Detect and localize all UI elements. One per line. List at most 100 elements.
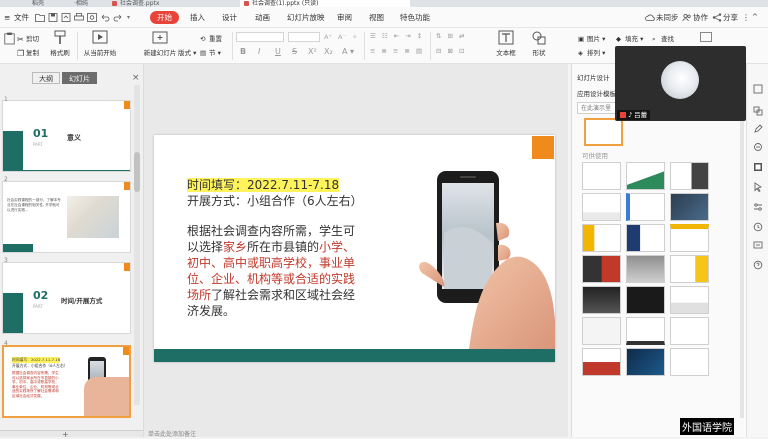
- collapse-ribbon-icon[interactable]: ^: [752, 7, 758, 28]
- slide-thumbnail-4[interactable]: 时间填写：2022.7.11-7.18 开展方式：小组合作（6人左右） 根据社会…: [2, 345, 131, 418]
- backup-icon[interactable]: [753, 240, 763, 250]
- menu-tab-review[interactable]: 审阅: [337, 7, 352, 28]
- design-template-thumb[interactable]: [582, 348, 621, 376]
- design-template-thumb[interactable]: [582, 224, 621, 252]
- design-template-thumb[interactable]: [670, 255, 709, 283]
- subscript-button[interactable]: X₂: [324, 47, 333, 56]
- text-direction-buttons[interactable]: ⇅ ⊞ ⇄: [436, 32, 466, 40]
- slide-thumbnail-1[interactable]: 01 PART 意义: [2, 100, 131, 172]
- design-template-thumb[interactable]: [670, 193, 709, 221]
- arrange-button[interactable]: ◈ 排列 ▾: [578, 47, 605, 58]
- redo-icon[interactable]: [113, 13, 123, 22]
- cursor-icon[interactable]: [753, 182, 763, 192]
- undo-icon[interactable]: [100, 13, 110, 22]
- menu-tab-features[interactable]: 特色功能: [400, 7, 430, 28]
- copy-button[interactable]: ❐ 复制: [17, 47, 39, 58]
- design-template-thumb[interactable]: [670, 224, 709, 252]
- design-template-thumb[interactable]: [670, 286, 709, 314]
- slide-thumbnail-2[interactable]: 社会实践课程的一部分，了解本专业在社会课程的相关性, 开学就可以进行实践...: [2, 181, 131, 253]
- align-buttons[interactable]: ≡ ≣ ≡ ≣ ▤: [370, 47, 424, 55]
- time-line[interactable]: 时间填写：2022.7.11-7.18: [187, 177, 340, 193]
- animation-icon[interactable]: [753, 142, 763, 152]
- design-template-thumb[interactable]: [582, 255, 621, 283]
- play-from-current-button[interactable]: 从当前开始: [80, 30, 120, 57]
- menu-tab-animation[interactable]: 动画: [255, 7, 270, 28]
- reset-button[interactable]: ⟲ 重置: [200, 33, 222, 44]
- tab-slides[interactable]: 幻灯片: [62, 72, 97, 84]
- close-panel-button[interactable]: ×: [132, 73, 140, 83]
- new-slide-button[interactable]: 新建幻灯片: [140, 30, 180, 57]
- menu-tab-design[interactable]: 设计: [222, 7, 237, 28]
- print-icon[interactable]: [74, 13, 84, 22]
- current-slide[interactable]: 时间填写：2022.7.11-7.18 开展方式：小组合作（6人左右） 根据社会…: [154, 135, 555, 362]
- textbox-button[interactable]: 文本框: [486, 30, 526, 57]
- design-template-thumb[interactable]: [670, 317, 709, 345]
- design-template-thumb[interactable]: [582, 193, 621, 221]
- bold-button[interactable]: B: [240, 47, 246, 56]
- fill-button[interactable]: ◆ 填充 ▾: [616, 33, 643, 44]
- save-icon[interactable]: [48, 13, 58, 22]
- design-template-thumb[interactable]: [582, 317, 621, 345]
- format-painter-button[interactable]: 格式刷: [45, 30, 75, 57]
- doc-tab-second[interactable]: ·相纯: [70, 0, 92, 7]
- design-template-thumb[interactable]: [582, 162, 621, 190]
- doc-tab-survey[interactable]: 社会调查.pptx: [108, 0, 163, 7]
- menu-file[interactable]: 文件: [14, 7, 29, 28]
- pen-icon[interactable]: [753, 124, 763, 134]
- design-template-thumb[interactable]: [670, 162, 709, 190]
- italic-button[interactable]: I: [258, 47, 260, 56]
- property-icon[interactable]: [753, 84, 763, 94]
- history-icon[interactable]: [753, 222, 763, 232]
- design-panel-icon[interactable]: [753, 162, 763, 172]
- font-grow-button[interactable]: A⁺: [324, 33, 332, 41]
- menu-tab-slideshow[interactable]: 幻灯片放映: [287, 7, 325, 28]
- paste-button[interactable]: [4, 32, 15, 45]
- shape-format-icon[interactable]: [753, 106, 763, 116]
- cut-button[interactable]: ✂ 剪切: [17, 33, 39, 44]
- font-size-select[interactable]: [288, 32, 320, 42]
- menu-tab-view[interactable]: 视图: [369, 7, 384, 28]
- collaborate-button[interactable]: 协作: [693, 7, 708, 28]
- design-template-thumb[interactable]: [670, 348, 709, 376]
- strikethrough-button[interactable]: S: [292, 47, 297, 56]
- find-button[interactable]: ⌕ 查找: [652, 33, 674, 44]
- clear-format-button[interactable]: ✧: [352, 33, 357, 41]
- add-slide-bar[interactable]: +: [0, 430, 143, 439]
- method-line[interactable]: 开展方式：小组合作（6人左右）: [187, 193, 363, 209]
- design-template-thumb[interactable]: [626, 224, 665, 252]
- more-dropdown[interactable]: ▾: [127, 7, 130, 28]
- help-icon[interactable]: [753, 260, 763, 270]
- list-buttons[interactable]: ☰ ☷ ⇤ ⇥ ↕: [370, 32, 424, 40]
- doc-tab-daoke[interactable]: 稻壳: [28, 0, 48, 7]
- menu-tab-home[interactable]: 开始: [150, 11, 179, 24]
- preview-icon[interactable]: [87, 13, 97, 22]
- thumbnail-scrollbar-track[interactable]: [134, 85, 140, 405]
- design-template-thumb[interactable]: [626, 162, 665, 190]
- design-template-thumb[interactable]: [626, 317, 665, 345]
- design-template-thumb[interactable]: [626, 286, 665, 314]
- slide-thumbnail-3[interactable]: 02 PART 时间/开展方式: [2, 262, 131, 334]
- layout-button[interactable]: 版式 ▾: [178, 47, 196, 57]
- menu-icon[interactable]: ≡: [4, 7, 10, 28]
- export-icon[interactable]: [61, 13, 71, 22]
- open-folder-icon[interactable]: [35, 13, 45, 22]
- font-color-button[interactable]: A ▾: [342, 47, 354, 56]
- template-scrollbar[interactable]: [740, 118, 744, 418]
- design-template-thumb[interactable]: [626, 255, 665, 283]
- current-template-thumb[interactable]: [584, 118, 623, 146]
- section-button[interactable]: ▤ 节 ▾: [200, 47, 221, 58]
- text-align-buttons[interactable]: ⊟ ⊠ ⊡: [436, 47, 466, 55]
- font-family-select[interactable]: [236, 32, 284, 42]
- superscript-button[interactable]: X²: [308, 47, 317, 56]
- thumbnail-scrollbar-thumb[interactable]: [134, 152, 140, 192]
- tab-outline[interactable]: 大纲: [32, 72, 60, 84]
- shape-button[interactable]: 形状: [524, 30, 554, 57]
- body-paragraph[interactable]: 根据社会调查内容所需，学生可 以选择家乡所在市县镇的小学、 初中、高中或职高学校，事…: [187, 223, 355, 319]
- font-shrink-button[interactable]: A⁻: [338, 33, 346, 41]
- sync-status[interactable]: 未同步: [656, 7, 679, 28]
- design-template-thumb[interactable]: [626, 193, 665, 221]
- doc-tab-active[interactable]: 社会调查(1).pptx (只读): [240, 0, 410, 7]
- adjust-icon[interactable]: [753, 202, 763, 212]
- picture-button[interactable]: ▣ 图片 ▾: [578, 33, 605, 44]
- menu-tab-insert[interactable]: 插入: [190, 7, 205, 28]
